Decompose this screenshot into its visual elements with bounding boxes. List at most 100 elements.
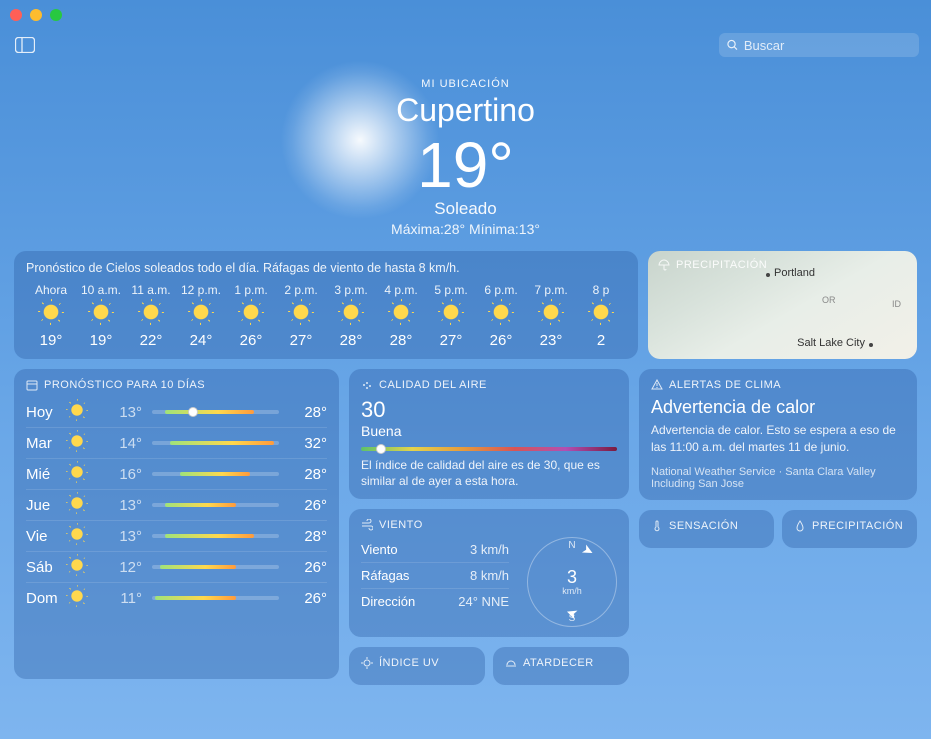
day-high-temp: 28° (289, 404, 327, 421)
map-label-portland: Portland (774, 267, 815, 279)
hour-temp: 28° (326, 332, 376, 349)
hourly-item[interactable]: 10 a.m.19° (76, 283, 126, 349)
day-high-temp: 26° (289, 559, 327, 576)
zoom-window-button[interactable] (50, 9, 62, 21)
toolbar (0, 30, 931, 60)
search-input[interactable] (744, 38, 911, 53)
ten-day-header: PRONÓSTICO PARA 10 DÍAS (26, 379, 327, 391)
day-forecast-row[interactable]: Dom 11° 26° (26, 582, 327, 613)
ten-day-forecast-card[interactable]: PRONÓSTICO PARA 10 DÍAS Hoy13°28°Mar14°3… (14, 369, 339, 679)
toggle-sidebar-button[interactable] (12, 35, 38, 55)
hour-temp: 23° (526, 332, 576, 349)
hour-temp: 24° (176, 332, 226, 349)
hourly-item[interactable]: 11 a.m.22° (126, 283, 176, 349)
wind-speed-label: Viento (361, 542, 398, 557)
compass-speed-unit: km/h (562, 586, 582, 596)
day-high-temp: 32° (289, 435, 327, 452)
day-name: Dom (26, 590, 70, 607)
sun-icon (70, 465, 96, 483)
hour-label: 5 p.m. (426, 283, 476, 297)
hourly-item[interactable]: 5 p.m. 27° (426, 283, 476, 349)
low-temp: Mínima:13° (469, 221, 540, 237)
wind-direction-label: Dirección (361, 594, 415, 609)
hourly-item[interactable]: 6 p.m.26° (476, 283, 526, 349)
hourly-item[interactable]: Ahora 19° (26, 283, 76, 349)
day-forecast-row[interactable]: Jue13°26° (26, 489, 327, 520)
aqi-description: El índice de calidad del aire es de 30, … (361, 457, 617, 489)
minimize-window-button[interactable] (30, 9, 42, 21)
day-temp-range-bar (152, 534, 279, 538)
day-low-temp: 11° (96, 590, 142, 607)
hourly-item[interactable]: 12 p.m.24° (176, 283, 226, 349)
day-forecast-row[interactable]: Vie13°28° (26, 520, 327, 551)
day-high-temp: 26° (289, 497, 327, 514)
aqi-scale-marker (376, 444, 386, 454)
day-forecast-row[interactable]: Hoy13°28° (26, 397, 327, 427)
sunset-card[interactable]: ATARDECER (493, 647, 629, 685)
hourly-item[interactable]: 4 p.m. 28° (376, 283, 426, 349)
hour-label: 4 p.m. (376, 283, 426, 297)
hour-temp: 19° (76, 332, 126, 349)
hourly-item[interactable]: 7 p.m.23° (526, 283, 576, 349)
hour-temp: 27° (276, 332, 326, 349)
day-high-temp: 28° (289, 528, 327, 545)
weather-alert-card[interactable]: ALERTAS DE CLIMA Advertencia de calor Ad… (639, 369, 917, 500)
wind-card[interactable]: VIENTO Viento3 km/h Ráfagas8 km/h Direcc… (349, 509, 629, 637)
wind-icon (361, 519, 373, 531)
air-quality-header: CALIDAD DEL AIRE (361, 379, 617, 391)
day-high-temp: 28° (289, 466, 327, 483)
high-temp: Máxima:28° (391, 221, 465, 237)
hour-temp: 19° (26, 332, 76, 349)
hour-temp: 28° (376, 332, 426, 349)
high-low-temps: Máxima:28° Mínima:13° (0, 221, 931, 237)
hourly-item[interactable]: 3 p.m. 28° (326, 283, 376, 349)
hour-label: 3 p.m. (326, 283, 376, 297)
day-temp-range-bar (152, 565, 279, 569)
sun-icon (126, 303, 176, 326)
wind-stats-table: Viento3 km/h Ráfagas8 km/h Dirección24° … (361, 537, 509, 627)
day-forecast-row[interactable]: Mar14°32° (26, 427, 327, 458)
day-temp-range-bar (152, 472, 279, 476)
sun-icon (576, 303, 626, 326)
uv-index-card[interactable]: ÍNDICE UV (349, 647, 485, 685)
hourly-summary: Pronóstico de Cielos soleados todo el dí… (26, 261, 626, 275)
aqi-icon (361, 379, 373, 391)
city-name: Cupertino (0, 92, 931, 129)
day-forecast-row[interactable]: Sáb 12° 26° (26, 551, 327, 582)
day-low-temp: 13° (96, 497, 142, 514)
day-name: Sáb (26, 559, 70, 576)
droplet-icon (794, 520, 806, 532)
sun-icon (226, 303, 276, 326)
day-high-temp: 26° (289, 590, 327, 607)
alert-title: Advertencia de calor (651, 397, 905, 418)
wind-header: VIENTO (361, 519, 617, 531)
wind-gust-value: 8 km/h (470, 568, 509, 583)
hourly-item[interactable]: 2 p.m. 27° (276, 283, 326, 349)
search-field[interactable] (719, 33, 919, 57)
weather-alert-header: ALERTAS DE CLIMA (651, 379, 905, 391)
day-temp-range-bar (152, 410, 279, 414)
precipitation-map-header: PRECIPITACIÓN (658, 259, 767, 271)
hour-label: Ahora (26, 283, 76, 297)
sun-icon (426, 303, 476, 326)
air-quality-card[interactable]: CALIDAD DEL AIRE 30 Buena El índice de c… (349, 369, 629, 499)
feels-like-card[interactable]: SENSACIÓN (639, 510, 774, 548)
precipitation-card[interactable]: PRECIPITACIÓN (782, 510, 917, 548)
day-name: Hoy (26, 404, 70, 421)
close-window-button[interactable] (10, 9, 22, 21)
compass-arrow-tail-icon: ➤ (563, 604, 580, 624)
hourly-forecast-card[interactable]: Pronóstico de Cielos soleados todo el dí… (14, 251, 638, 359)
precipitation-map-card[interactable]: PRECIPITACIÓN Portland OR ID Salt Lake C… (648, 251, 917, 359)
day-low-temp: 12° (96, 559, 142, 576)
hourly-item[interactable]: 1 p.m.26° (226, 283, 276, 349)
sun-icon (70, 558, 96, 576)
current-conditions: MI UBICACIÓN Cupertino 19° Soleado Máxim… (0, 78, 931, 237)
hour-label: 2 p.m. (276, 283, 326, 297)
hourly-item[interactable]: 8 p2 (576, 283, 626, 349)
day-temp-range-bar (152, 503, 279, 507)
sun-icon (26, 303, 76, 326)
hour-temp: 27° (426, 332, 476, 349)
aqi-label: Buena (361, 423, 617, 439)
hour-temp: 2 (576, 332, 626, 349)
day-forecast-row[interactable]: Mié16°28° (26, 458, 327, 489)
